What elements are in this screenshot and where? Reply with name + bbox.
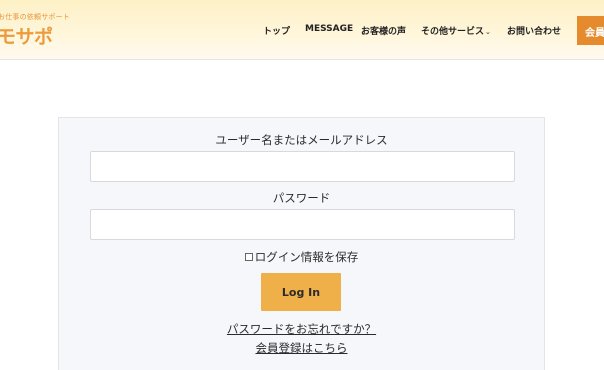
username-label: ユーザー名またはメールアドレス <box>215 133 388 147</box>
nav-item-label: その他サービス <box>421 27 485 37</box>
site-logo[interactable]: お仕事の依頼サポート モサポ <box>0 12 72 48</box>
password-field[interactable] <box>90 209 515 240</box>
nav-item-label: トップ <box>263 27 291 37</box>
password-label: パスワード <box>272 191 331 205</box>
remember-label: ログイン情報を保存 <box>254 250 359 264</box>
register-link[interactable]: 会員登録はこちら <box>59 340 544 356</box>
logo-tagline: お仕事の依頼サポート <box>0 13 70 21</box>
logo-name: モサポ <box>0 26 53 48</box>
site-header: お仕事の依頼サポート モサポ トップ MESSAGE お客様の声 その他サービス… <box>0 0 604 60</box>
nav-item-label: MESSAGE <box>305 24 354 34</box>
remember-me[interactable]: ログイン情報を保存 <box>59 249 544 265</box>
username-field[interactable] <box>90 151 515 182</box>
forgot-password-link[interactable]: パスワードをお忘れですか？ <box>59 321 544 337</box>
nav-item-contact[interactable]: お問い合わせ <box>507 24 561 37</box>
remember-checkbox[interactable] <box>244 252 253 261</box>
nav-item-other-services[interactable]: その他サービス⌄ <box>421 24 491 37</box>
nav-item-top[interactable]: トップ <box>263 24 290 37</box>
nav-item-label: お客様の声 <box>361 27 407 37</box>
chevron-down-icon: ⌄ <box>485 28 491 36</box>
login-form: ユーザー名またはメールアドレス パスワード ログイン情報を保存 Log In パ… <box>58 117 545 370</box>
nav-item-customer-voice[interactable]: お客様の声 <box>361 24 406 37</box>
login-button[interactable]: Log In <box>261 273 341 311</box>
member-cta-button[interactable]: 会員 <box>577 16 604 45</box>
nav-item-message[interactable]: MESSAGE <box>305 24 353 34</box>
nav-item-label: お問い合わせ <box>507 27 562 37</box>
